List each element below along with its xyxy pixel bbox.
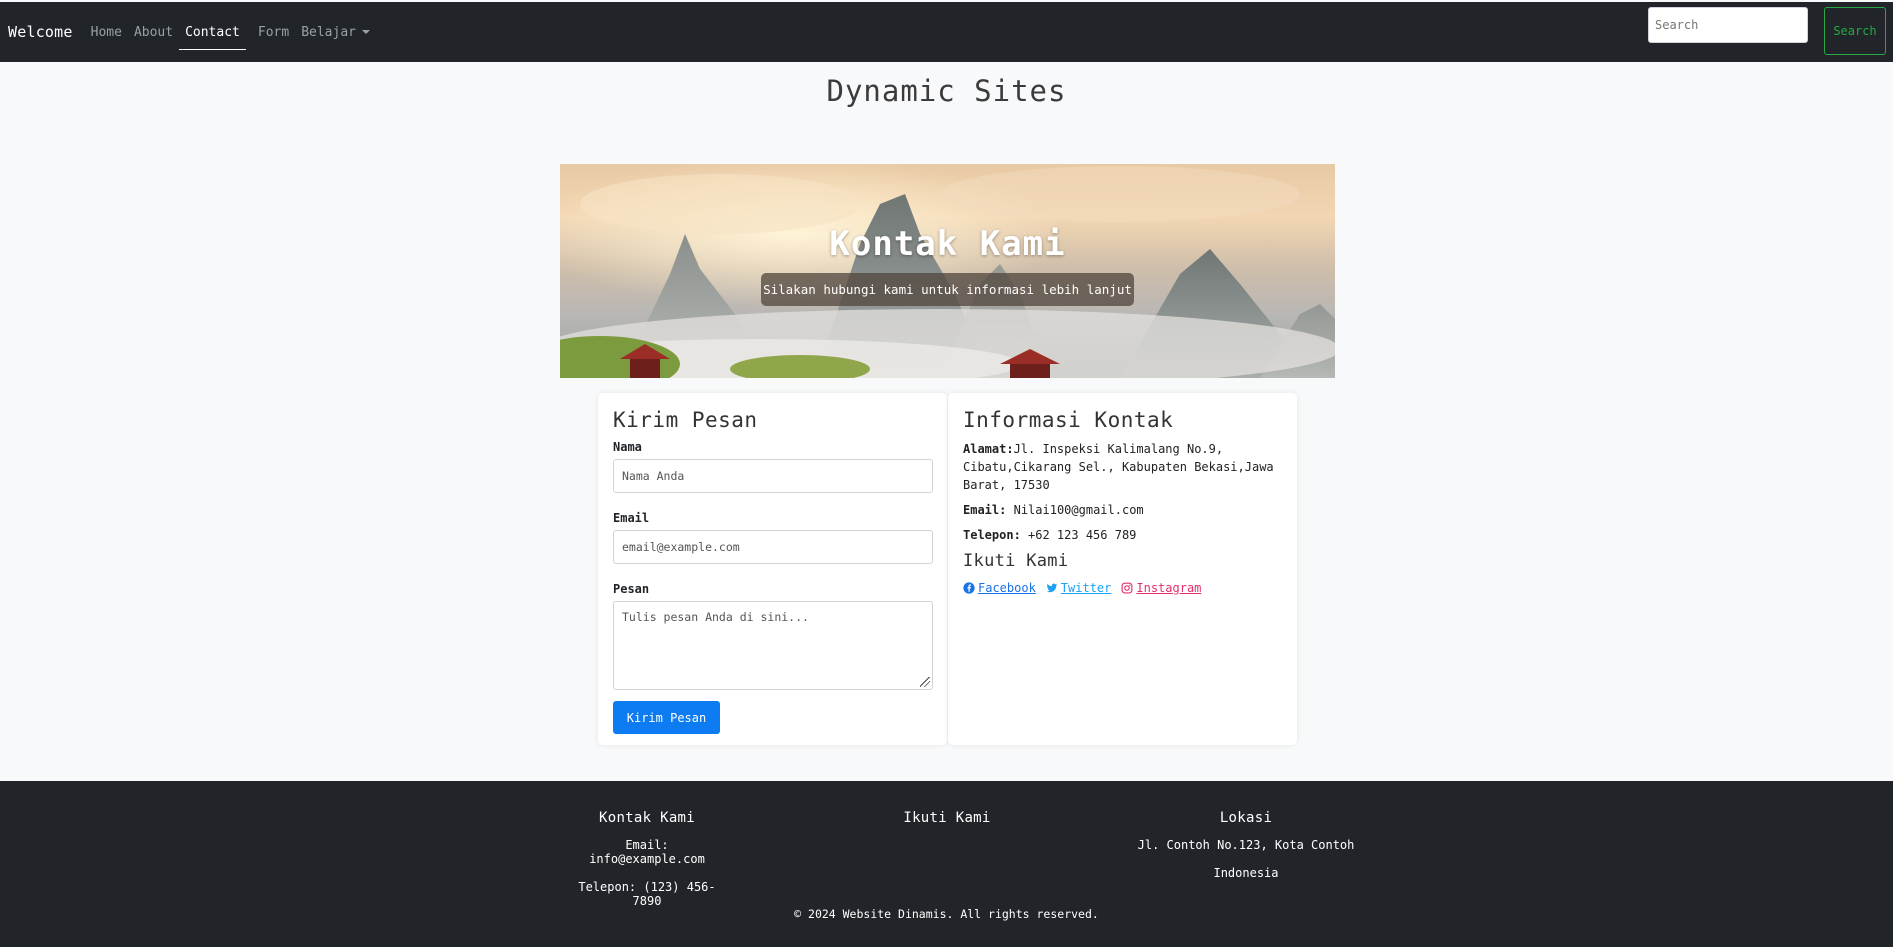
navbar: Welcome Home About Contact Form Belajar	[0, 2, 1893, 62]
hero-title: Kontak Kami	[829, 224, 1066, 264]
footer-location-title: Lokasi	[1219, 810, 1273, 826]
email-field[interactable]: email@example.com	[613, 530, 933, 564]
hero-subtitle: Silakan hubungi kami untuk informasi leb…	[761, 273, 1134, 306]
search-button[interactable]: Search	[1824, 7, 1886, 55]
email-info-value: Nilai100@gmail.com	[1013, 503, 1144, 517]
contact-form-card: Kirim Pesan Nama Nama Anda Email email@e…	[598, 393, 947, 745]
instagram-icon	[1121, 582, 1133, 594]
follow-title: Ikuti Kami	[963, 551, 1069, 571]
nav-link-contact[interactable]: Contact	[179, 19, 246, 50]
instagram-link[interactable]: Instagram	[1121, 581, 1201, 595]
facebook-link[interactable]: Facebook	[963, 581, 1036, 595]
facebook-label: Facebook	[978, 581, 1036, 595]
info-card-title: Informasi Kontak	[963, 408, 1174, 432]
navbar-brand[interactable]: Welcome	[8, 23, 73, 41]
footer-follow-title: Ikuti Kami	[903, 810, 991, 826]
phone-line: Telepon: +62 123 456 789	[963, 526, 1282, 544]
address-label: Alamat:	[963, 442, 1014, 456]
footer-address: Jl. Contoh No.123, Kota Contoh	[1137, 838, 1355, 852]
phone-value: +62 123 456 789	[1028, 528, 1137, 542]
message-textarea[interactable]: Tulis pesan Anda di sini...	[613, 601, 933, 690]
email-info-label: Email:	[963, 503, 1007, 517]
twitter-icon	[1046, 583, 1058, 593]
email-line: Email: Nilai100@gmail.com	[963, 501, 1282, 519]
footer-follow-column: Ikuti Kami	[887, 810, 1007, 838]
facebook-icon	[963, 582, 975, 594]
nav-dropdown-label: Belajar	[301, 24, 356, 40]
twitter-link[interactable]: Twitter	[1046, 581, 1112, 595]
hero-banner: Kontak Kami Silakan hubungi kami untuk i…	[560, 164, 1335, 378]
nav-link-form[interactable]: Form	[258, 19, 289, 46]
search-input[interactable]	[1648, 7, 1808, 43]
resize-handle-icon[interactable]	[920, 677, 930, 687]
phone-label: Telepon:	[963, 528, 1021, 542]
message-label: Pesan	[613, 582, 650, 596]
page-title: Dynamic Sites	[826, 74, 1067, 108]
footer-contact-column: Kontak Kami Email: info@example.com Tele…	[567, 810, 727, 922]
name-label: Nama	[613, 440, 642, 454]
submit-button[interactable]: Kirim Pesan	[613, 701, 720, 734]
footer: Kontak Kami Email: info@example.com Tele…	[0, 781, 1893, 949]
footer-location-column: Lokasi Jl. Contoh No.123, Kota Contoh In…	[1136, 810, 1356, 894]
nav-link-home[interactable]: Home	[91, 19, 122, 46]
name-field[interactable]: Nama Anda	[613, 459, 933, 493]
social-links: Facebook Twitter Instagram	[963, 581, 1282, 595]
footer-copyright: © 2024 Website Dinamis. All rights reser…	[794, 907, 1099, 921]
address-line: Alamat:Jl. Inspeksi Kalimalang No.9, Cib…	[963, 440, 1282, 494]
mountain-landscape-image	[560, 164, 1335, 378]
footer-country: Indonesia	[1213, 866, 1279, 880]
nav-dropdown-belajar[interactable]: Belajar	[301, 19, 370, 46]
nav-link-about[interactable]: About	[134, 19, 173, 46]
instagram-label: Instagram	[1136, 581, 1202, 595]
chevron-down-icon	[361, 30, 370, 34]
contact-info-card: Informasi Kontak Alamat:Jl. Inspeksi Kal…	[948, 393, 1297, 745]
message-placeholder: Tulis pesan Anda di sini...	[622, 610, 809, 624]
form-card-title: Kirim Pesan	[613, 408, 758, 432]
footer-email: Email: info@example.com	[589, 838, 705, 866]
footer-contact-title: Kontak Kami	[598, 810, 696, 826]
twitter-label: Twitter	[1060, 581, 1112, 595]
footer-phone: Telepon: (123) 456-7890	[578, 880, 716, 908]
email-label: Email	[613, 511, 650, 525]
